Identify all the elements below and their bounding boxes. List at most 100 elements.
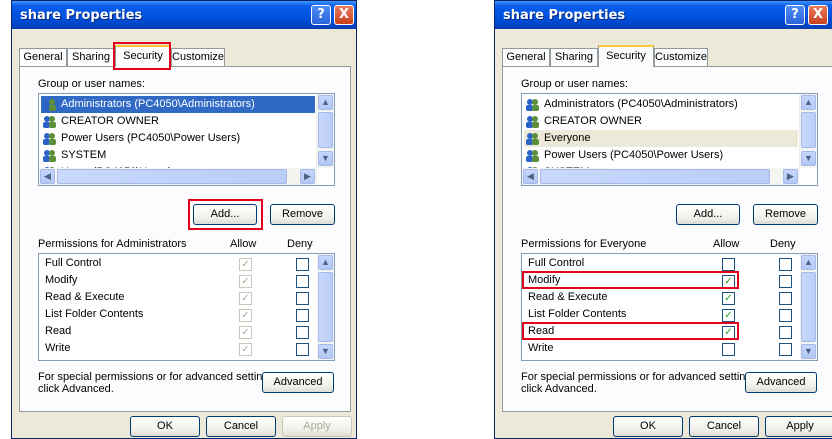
permission-name: List Folder Contents bbox=[45, 308, 144, 320]
deny-checkbox[interactable] bbox=[779, 309, 792, 322]
scroll-left-icon[interactable]: ◀ bbox=[523, 169, 538, 184]
scroll-down-icon[interactable]: ▼ bbox=[318, 151, 333, 166]
deny-checkbox[interactable] bbox=[296, 258, 309, 271]
deny-checkbox[interactable] bbox=[296, 275, 309, 288]
allow-checkbox: ✓ bbox=[239, 258, 252, 271]
ok-button[interactable]: OK bbox=[613, 416, 683, 437]
table-row: Full Control ✓ bbox=[39, 256, 317, 272]
vertical-scrollbar[interactable]: ▲ ▼ bbox=[799, 94, 817, 168]
deny-checkbox[interactable] bbox=[779, 343, 792, 356]
deny-checkbox[interactable] bbox=[779, 275, 792, 288]
table-row: Modify ✓ bbox=[39, 273, 317, 289]
close-button[interactable]: X bbox=[334, 5, 354, 25]
tab-general[interactable]: General bbox=[502, 48, 550, 66]
advanced-note-line: click Advanced. bbox=[521, 383, 597, 395]
user-group-icon bbox=[526, 149, 540, 162]
scroll-up-icon[interactable]: ▲ bbox=[318, 95, 333, 110]
add-button[interactable]: Add... bbox=[676, 204, 740, 225]
highlight-box-modify-row bbox=[522, 271, 739, 289]
tab-sharing[interactable]: Sharing bbox=[550, 48, 598, 66]
scroll-thumb[interactable] bbox=[801, 112, 816, 148]
properties-dialog-right: share Properties ? X General Sharing Sec… bbox=[494, 0, 832, 439]
permissions-label: Permissions for Everyone bbox=[521, 238, 647, 250]
user-group-icon bbox=[43, 132, 57, 145]
user-list[interactable]: Administrators (PC4050\Administrators) C… bbox=[38, 93, 335, 186]
scroll-thumb[interactable] bbox=[540, 169, 770, 184]
tab-customize[interactable]: Customize bbox=[654, 48, 708, 66]
tab-security[interactable]: Security bbox=[598, 45, 654, 67]
deny-checkbox[interactable] bbox=[779, 292, 792, 305]
allow-checkbox[interactable]: ✓ bbox=[722, 309, 735, 322]
horizontal-scrollbar[interactable]: ◀ ▶ bbox=[39, 168, 317, 185]
deny-checkbox[interactable] bbox=[296, 292, 309, 305]
advanced-note: For special permissions or for advanced … bbox=[38, 371, 277, 395]
deny-checkbox[interactable] bbox=[296, 309, 309, 322]
title-bar[interactable]: share Properties ? X bbox=[495, 1, 832, 29]
scroll-up-icon[interactable]: ▲ bbox=[801, 95, 816, 110]
permission-name: Write bbox=[45, 342, 71, 354]
advanced-button[interactable]: Advanced bbox=[745, 372, 817, 393]
scroll-down-icon[interactable]: ▼ bbox=[801, 151, 816, 166]
help-button[interactable]: ? bbox=[785, 5, 805, 25]
vertical-scrollbar[interactable]: ▲ ▼ bbox=[800, 254, 817, 360]
permission-name: Write bbox=[528, 342, 554, 354]
vertical-scrollbar[interactable]: ▲ ▼ bbox=[317, 254, 334, 360]
scroll-down-icon[interactable]: ▼ bbox=[318, 344, 333, 359]
scroll-thumb[interactable] bbox=[57, 169, 287, 184]
list-item[interactable]: CREATOR OWNER bbox=[41, 113, 315, 130]
list-item[interactable]: Administrators (PC4050\Administrators) bbox=[41, 96, 315, 113]
vertical-scrollbar[interactable]: ▲ ▼ bbox=[316, 94, 334, 168]
deny-checkbox[interactable] bbox=[296, 343, 309, 356]
ok-button[interactable]: OK bbox=[130, 416, 200, 437]
cancel-button[interactable]: Cancel bbox=[206, 416, 276, 437]
tab-customize[interactable]: Customize bbox=[171, 48, 225, 66]
help-button[interactable]: ? bbox=[311, 5, 331, 25]
user-group-icon bbox=[43, 98, 57, 111]
advanced-note-line: For special permissions or for advanced … bbox=[521, 371, 761, 383]
deny-checkbox[interactable] bbox=[779, 326, 792, 339]
permissions-list: Full Control ✓ Modify ✓ Read & Execute ✓… bbox=[38, 253, 335, 361]
allow-checkbox[interactable] bbox=[722, 343, 735, 356]
advanced-button[interactable]: Advanced bbox=[262, 372, 334, 393]
deny-checkbox[interactable] bbox=[296, 326, 309, 339]
scroll-thumb[interactable] bbox=[801, 272, 816, 342]
advanced-note-line: click Advanced. bbox=[38, 383, 114, 395]
list-item[interactable]: SYSTEM bbox=[41, 147, 315, 164]
table-row: List Folder Contents ✓ bbox=[39, 307, 317, 323]
scroll-right-icon[interactable]: ▶ bbox=[300, 169, 315, 184]
remove-button[interactable]: Remove bbox=[753, 204, 818, 225]
scroll-up-icon[interactable]: ▲ bbox=[801, 255, 816, 270]
title-bar[interactable]: share Properties ? X bbox=[12, 1, 356, 29]
list-item[interactable]: Power Users (PC4050\Power Users) bbox=[524, 147, 798, 164]
deny-checkbox[interactable] bbox=[779, 258, 792, 271]
cancel-button[interactable]: Cancel bbox=[689, 416, 759, 437]
list-item-label: CREATOR OWNER bbox=[61, 115, 159, 127]
list-item[interactable]: Administrators (PC4050\Administrators) bbox=[524, 96, 798, 113]
tab-sharing[interactable]: Sharing bbox=[67, 48, 115, 66]
horizontal-scrollbar[interactable]: ◀ ▶ bbox=[522, 168, 800, 185]
list-item[interactable]: Everyone bbox=[524, 130, 798, 147]
allow-checkbox[interactable]: ✓ bbox=[722, 292, 735, 305]
scroll-left-icon[interactable]: ◀ bbox=[40, 169, 55, 184]
scroll-up-icon[interactable]: ▲ bbox=[318, 255, 333, 270]
remove-button[interactable]: Remove bbox=[270, 204, 335, 225]
group-label: Group or user names: bbox=[38, 78, 145, 90]
apply-button[interactable]: Apply bbox=[765, 416, 832, 437]
advanced-note: For special permissions or for advanced … bbox=[521, 371, 760, 395]
scroll-thumb[interactable] bbox=[318, 112, 333, 148]
deny-header: Deny bbox=[770, 238, 796, 250]
user-list[interactable]: Administrators (PC4050\Administrators) C… bbox=[521, 93, 818, 186]
table-row: Read ✓ bbox=[39, 324, 317, 340]
allow-header: Allow bbox=[713, 238, 740, 250]
tab-general[interactable]: General bbox=[19, 48, 67, 66]
allow-checkbox[interactable] bbox=[722, 258, 735, 271]
scroll-right-icon[interactable]: ▶ bbox=[783, 169, 798, 184]
apply-button: Apply bbox=[282, 416, 352, 437]
list-item[interactable]: Power Users (PC4050\Power Users) bbox=[41, 130, 315, 147]
scroll-thumb[interactable] bbox=[318, 272, 333, 342]
scroll-down-icon[interactable]: ▼ bbox=[801, 344, 816, 359]
list-item-label: Power Users (PC4050\Power Users) bbox=[544, 149, 724, 161]
close-button[interactable]: X bbox=[808, 5, 828, 25]
list-item[interactable]: CREATOR OWNER bbox=[524, 113, 798, 130]
user-group-icon bbox=[526, 98, 540, 111]
